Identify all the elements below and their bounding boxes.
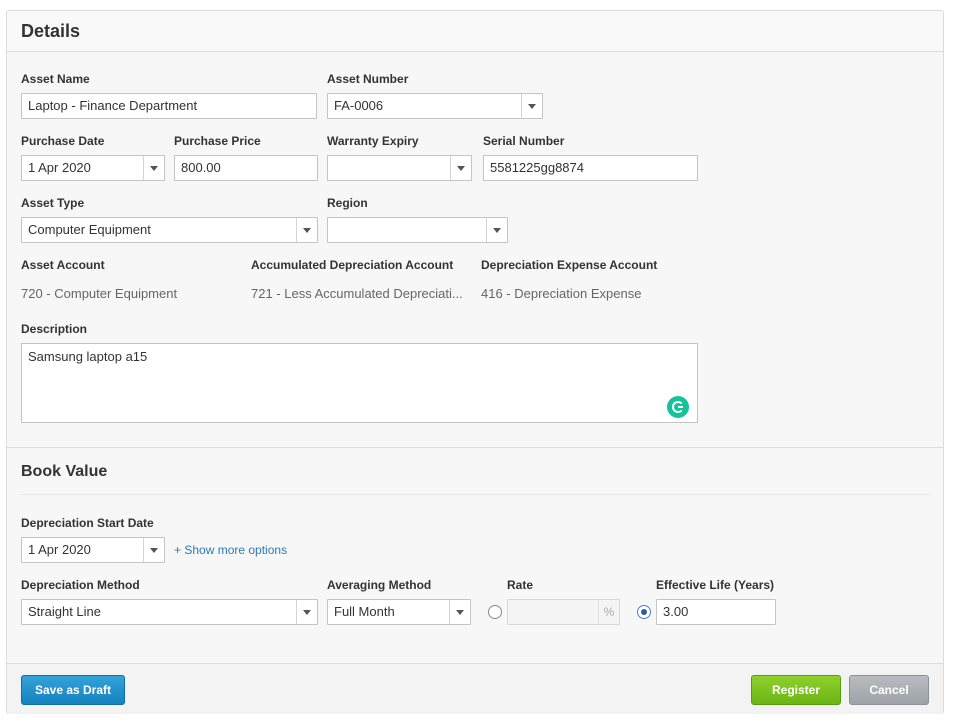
asset-type-select[interactable]: Computer Equipment: [21, 217, 318, 243]
rate-label: Rate: [507, 578, 533, 592]
rate-input[interactable]: %: [507, 599, 620, 625]
asset-account-label: Asset Account: [21, 258, 105, 272]
asset-number-value: FA-0006: [334, 98, 383, 113]
depreciation-expense-account-value: 416 - Depreciation Expense: [481, 286, 641, 301]
purchase-date-value: 1 Apr 2020: [28, 160, 91, 175]
accumulated-depreciation-account-label: Accumulated Depreciation Account: [251, 258, 453, 272]
effective-life-input[interactable]: 3.00: [656, 599, 776, 625]
asset-type-label: Asset Type: [21, 196, 84, 210]
serial-number-label: Serial Number: [483, 134, 564, 148]
cancel-button[interactable]: Cancel: [849, 675, 929, 705]
depreciation-start-date-label: Depreciation Start Date: [21, 516, 154, 530]
depreciation-expense-account-label: Depreciation Expense Account: [481, 258, 657, 272]
description-textarea[interactable]: Samsung laptop a15: [21, 343, 698, 423]
chevron-down-icon[interactable]: [450, 156, 471, 180]
chevron-down-icon[interactable]: [143, 156, 164, 180]
description-value: Samsung laptop a15: [28, 349, 147, 364]
chevron-down-icon[interactable]: [521, 94, 542, 118]
purchase-price-label: Purchase Price: [174, 134, 261, 148]
chevron-down-icon[interactable]: [486, 218, 507, 242]
book-value-title: Book Value: [21, 463, 107, 481]
book-value-divider: [21, 494, 929, 495]
rate-radio[interactable]: [488, 605, 502, 619]
accumulated-depreciation-account-value: 721 - Less Accumulated Depreciati...: [251, 286, 463, 301]
warranty-expiry-label: Warranty Expiry: [327, 134, 419, 148]
form-footer: Save as Draft Register Cancel: [7, 663, 943, 714]
asset-number-select[interactable]: FA-0006: [327, 93, 543, 119]
effective-life-radio[interactable]: [637, 605, 651, 619]
effective-life-label: Effective Life (Years): [656, 578, 774, 592]
averaging-method-label: Averaging Method: [327, 578, 431, 592]
region-label: Region: [327, 196, 368, 210]
section-divider: [7, 447, 943, 448]
region-select[interactable]: [327, 217, 508, 243]
asset-name-input[interactable]: Laptop - Finance Department: [21, 93, 317, 119]
description-label: Description: [21, 322, 87, 336]
asset-type-value: Computer Equipment: [28, 222, 151, 237]
chevron-down-icon[interactable]: [143, 538, 164, 562]
details-header: Details: [7, 11, 943, 52]
serial-number-input[interactable]: 5581225gg8874: [483, 155, 698, 181]
depreciation-start-date-value: 1 Apr 2020: [28, 542, 91, 557]
chevron-down-icon[interactable]: [296, 218, 317, 242]
asset-name-label: Asset Name: [21, 72, 90, 86]
asset-account-value: 720 - Computer Equipment: [21, 286, 177, 301]
asset-number-label: Asset Number: [327, 72, 408, 86]
depreciation-method-label: Depreciation Method: [21, 578, 140, 592]
asset-form-panel: Details Asset Name Laptop - Finance Depa…: [6, 10, 944, 714]
depreciation-method-select[interactable]: Straight Line: [21, 599, 318, 625]
warranty-expiry-picker[interactable]: [327, 155, 472, 181]
percent-unit: %: [598, 600, 619, 624]
save-as-draft-button[interactable]: Save as Draft: [21, 675, 125, 705]
purchase-date-picker[interactable]: 1 Apr 2020: [21, 155, 165, 181]
depreciation-start-date-picker[interactable]: 1 Apr 2020: [21, 537, 165, 563]
purchase-price-input[interactable]: 800.00: [174, 155, 318, 181]
show-more-options-link[interactable]: + Show more options: [174, 543, 287, 557]
averaging-method-value: Full Month: [334, 604, 395, 619]
register-button[interactable]: Register: [751, 675, 841, 705]
averaging-method-select[interactable]: Full Month: [327, 599, 471, 625]
chevron-down-icon[interactable]: [296, 600, 317, 624]
grammarly-icon[interactable]: [667, 396, 689, 418]
purchase-date-label: Purchase Date: [21, 134, 104, 148]
chevron-down-icon[interactable]: [449, 600, 470, 624]
depreciation-method-value: Straight Line: [28, 604, 101, 619]
details-title: Details: [21, 21, 80, 42]
